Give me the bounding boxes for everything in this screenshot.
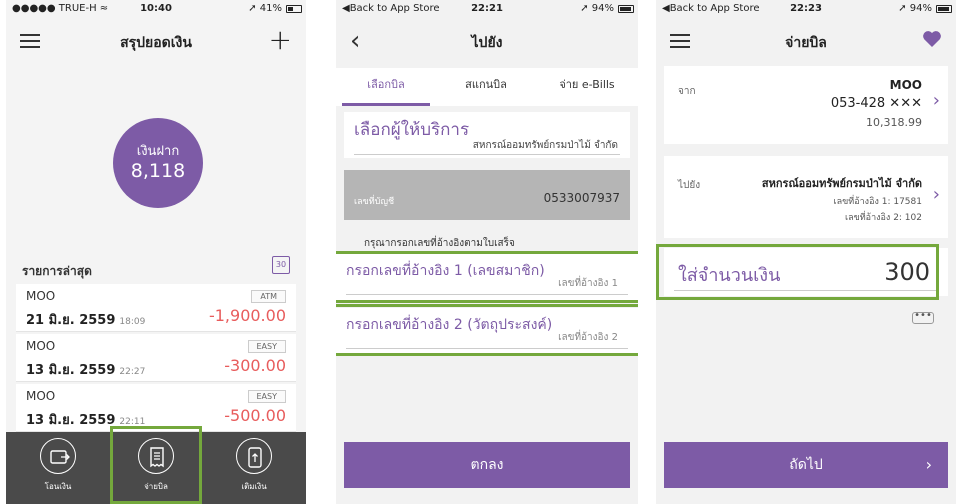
transaction-channel-badge: EASY	[247, 390, 286, 403]
transaction-date-text: 13 มิ.ย. 2559	[26, 363, 116, 378]
status-bar: ●●●●● TRUE-H ≈ 10:40 ➚ 41%	[6, 0, 306, 16]
transaction-date-text: 13 มิ.ย. 2559	[26, 413, 116, 428]
recent-title: รายการล่าสุด	[22, 264, 92, 278]
tab-e-bills[interactable]: จ่าย e-Bills	[536, 68, 638, 106]
transaction-amount: -500.00	[224, 406, 286, 425]
balance-value: 8,118	[130, 160, 186, 182]
transaction-time: 22:27	[119, 367, 146, 377]
highlight-amount	[656, 244, 939, 300]
highlight-reference-1	[336, 251, 638, 303]
tab-select-bill[interactable]: เลือกบิล	[336, 68, 436, 106]
from-label: จาก	[678, 86, 696, 97]
tab-scan-bill[interactable]: สแกนบิล	[436, 68, 536, 106]
provider-select[interactable]: เลือกผู้ให้บริการ สหกรณ์ออมทรัพย์กรมป่าไ…	[344, 112, 630, 158]
to-biller-card[interactable]: ไปยัง สหกรณ์ออมทรัพย์กรมป่าไม้ จำกัด เลข…	[664, 156, 948, 238]
recent-header: รายการล่าสุด 30	[6, 252, 306, 282]
select-bill-screen: ◀Back to App Store 22:21 ➚ 94% ‹ ไปยัง เ…	[336, 0, 638, 504]
page-title: จ่ายบิล	[785, 35, 827, 51]
transaction-name: MOO	[26, 289, 56, 303]
account-label: เลขที่บัญชี	[354, 197, 395, 207]
battery-percent: ➚ 94%	[580, 3, 614, 14]
from-account-number: 053-428 ✕✕✕	[830, 96, 922, 111]
battery-percent: ➚ 94%	[898, 3, 932, 14]
tab-top-up[interactable]: เติมเงิน	[224, 438, 284, 500]
account-number-field: เลขที่บัญชี 0533007937	[344, 170, 630, 220]
balance-label: เงินฝาก	[136, 144, 180, 159]
from-account-card[interactable]: จาก MOO 053-428 ✕✕✕ 10,318.99 ›	[664, 66, 948, 144]
to-reference-2: เลขที่อ้างอิง 2: 102	[845, 213, 922, 223]
nav-bar: ‹ ไปยัง	[336, 20, 638, 64]
summary-screen: ●●●●● TRUE-H ≈ 10:40 ➚ 41% สรุปยอดเงิน +…	[6, 0, 306, 504]
transaction-row[interactable]: MOO 21 มิ.ย. 2559 18:09 ATM -1,900.00	[16, 284, 296, 332]
transaction-date-text: 21 มิ.ย. 2559	[26, 313, 116, 328]
tab-transfer[interactable]: โอนเงิน	[28, 438, 88, 500]
tab-label: เติมเงิน	[241, 482, 267, 491]
chevron-right-icon[interactable]: ›	[933, 184, 940, 205]
pay-bill-screen: ◀Back to App Store 22:23 ➚ 94% จ่ายบิล จ…	[656, 0, 956, 504]
to-label: ไปยัง	[678, 180, 701, 191]
nav-bar: จ่ายบิล	[656, 20, 956, 64]
from-balance: 10,318.99	[866, 116, 922, 129]
balance-circle[interactable]: เงินฝาก 8,118	[113, 118, 203, 208]
nav-bar: สรุปยอดเงิน +	[6, 20, 306, 64]
transaction-amount: -300.00	[224, 356, 286, 375]
battery-percent: ➚ 41%	[248, 3, 282, 14]
transaction-channel-badge: EASY	[247, 340, 286, 353]
highlight-pay-bill	[110, 426, 202, 504]
chevron-right-icon[interactable]: ›	[933, 90, 940, 111]
transaction-date: 13 มิ.ย. 2559 22:27	[26, 359, 145, 380]
account-value: 0533007937	[543, 191, 620, 205]
transaction-row[interactable]: MOO 13 มิ.ย. 2559 22:27 EASY -300.00	[16, 334, 296, 382]
reference-hint: กรุณากรอกเลขที่อ้างอิงตามใบเสร็จ	[364, 238, 515, 249]
confirm-button[interactable]: ตกลง	[344, 442, 630, 488]
highlight-reference-2	[336, 304, 638, 356]
chevron-right-icon: ›	[925, 455, 932, 474]
next-button[interactable]: ถัดไป ›	[664, 442, 948, 488]
add-icon[interactable]: +	[269, 26, 292, 54]
transaction-time: 18:09	[119, 317, 146, 327]
more-options-icon[interactable]: •••	[912, 311, 934, 324]
phone-topup-icon	[236, 438, 272, 474]
to-reference-1: เลขที่อ้างอิง 1: 17581	[833, 197, 922, 207]
next-label: ถัดไป	[789, 457, 823, 473]
battery-icon	[286, 5, 302, 13]
status-bar: ◀Back to App Store 22:21 ➚ 94%	[336, 0, 638, 16]
transaction-date: 21 มิ.ย. 2559 18:09	[26, 309, 145, 330]
status-bar: ◀Back to App Store 22:23 ➚ 94%	[656, 0, 956, 16]
tab-label: โอนเงิน	[44, 482, 72, 491]
provider-label: เลือกผู้ให้บริการ	[354, 120, 470, 140]
battery-icon	[618, 5, 634, 13]
from-name: MOO	[889, 78, 922, 92]
calendar-icon[interactable]: 30	[272, 256, 290, 274]
transaction-name: MOO	[26, 339, 56, 353]
page-title: ไปยัง	[471, 35, 503, 51]
battery-icon	[936, 5, 952, 13]
transaction-amount: -1,900.00	[208, 306, 286, 325]
transaction-row[interactable]: MOO 13 มิ.ย. 2559 22:11 EASY -500.00	[16, 384, 296, 432]
favorite-heart-icon[interactable]	[922, 30, 942, 52]
divider	[354, 154, 620, 155]
transaction-name: MOO	[26, 389, 56, 403]
page-title: สรุปยอดเงิน	[120, 35, 192, 51]
to-biller-name: สหกรณ์ออมทรัพย์กรมป่าไม้ จำกัด	[761, 177, 922, 190]
provider-value: สหกรณ์ออมทรัพย์กรมป่าไม้ จำกัด	[472, 140, 618, 151]
transaction-channel-badge: ATM	[251, 290, 286, 303]
wallet-transfer-icon	[40, 438, 76, 474]
bill-tabs: เลือกบิล สแกนบิล จ่าย e-Bills	[336, 68, 638, 106]
